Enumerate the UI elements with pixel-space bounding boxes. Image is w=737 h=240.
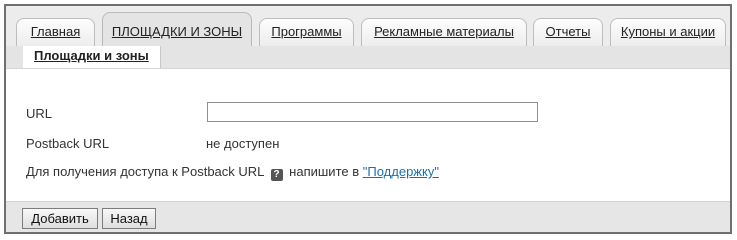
back-button[interactable]: Назад xyxy=(102,208,156,229)
support-link[interactable]: "Поддержку" xyxy=(363,164,439,179)
access-note: Для получения доступа к Postback URL ? н… xyxy=(26,164,439,181)
tab-programs[interactable]: Программы xyxy=(259,18,354,46)
help-icon[interactable]: ? xyxy=(270,169,283,181)
add-button[interactable]: Добавить xyxy=(22,208,98,229)
note-middle: напишите в xyxy=(289,164,360,179)
tab-sites-and-zones[interactable]: ПЛОЩАДКИ И ЗОНЫ xyxy=(102,12,252,46)
sub-tab-bar: Площадки и зоны xyxy=(6,46,730,69)
postback-label: Postback URL xyxy=(26,136,110,151)
tab-coupons[interactable]: Купоны и акции xyxy=(610,18,726,46)
url-label: URL xyxy=(26,106,53,121)
subtab-sites-and-zones[interactable]: Площадки и зоны xyxy=(23,46,161,68)
main-panel: Главная ПЛОЩАДКИ И ЗОНЫ Программы Реклам… xyxy=(4,4,732,234)
tab-reports[interactable]: Отчеты xyxy=(533,18,603,46)
note-prefix: Для получения доступа к Postback URL xyxy=(26,164,264,179)
tab-ad-materials[interactable]: Рекламные материалы xyxy=(361,18,527,46)
postback-value: не доступен xyxy=(206,136,280,151)
tab-home[interactable]: Главная xyxy=(16,18,95,46)
button-bar: Добавить Назад xyxy=(6,201,730,232)
top-tab-bar: Главная ПЛОЩАДКИ И ЗОНЫ Программы Реклам… xyxy=(6,6,730,46)
url-input[interactable] xyxy=(207,102,538,122)
